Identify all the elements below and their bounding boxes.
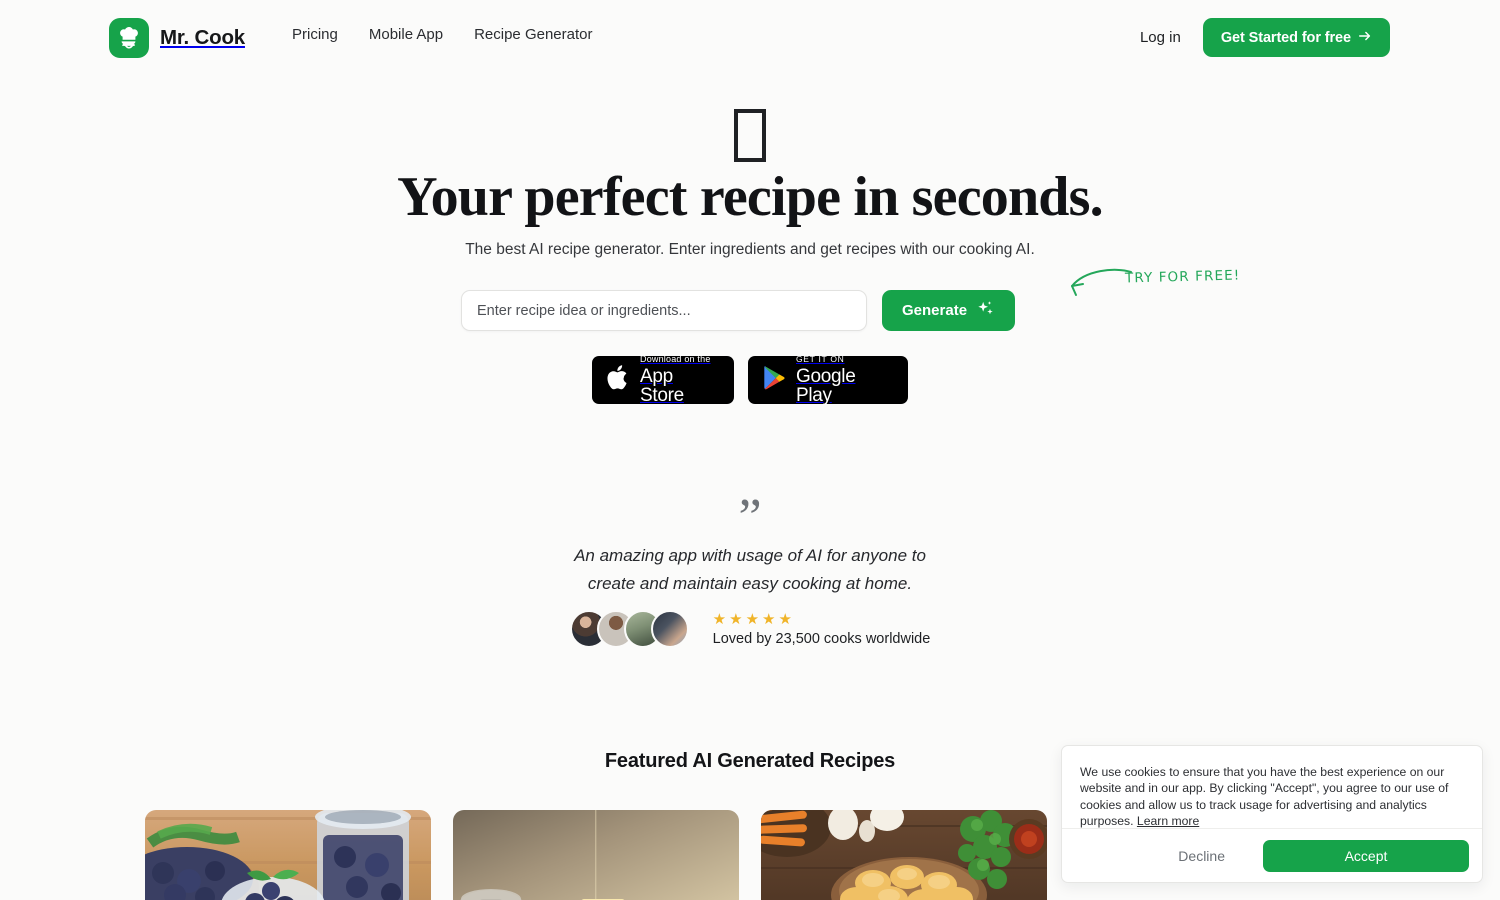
social-proof: ★ ★ ★ ★ ★ Loved by 23,500 cooks worldwid…	[0, 610, 1500, 648]
app-store-text: Download on the App Store	[640, 354, 720, 406]
brand-name: Mr. Cook	[160, 26, 245, 49]
google-play-icon	[762, 364, 787, 396]
recipe-image-blueberries	[145, 810, 431, 900]
star-rating: ★ ★ ★ ★ ★	[712, 610, 931, 628]
hero-emoji	[0, 100, 1500, 164]
nav-item-recipe-generator[interactable]: Recipe Generator	[474, 26, 592, 43]
star-icon: ★	[712, 610, 727, 628]
try-for-free-annotation: TRY FOR FREE!	[1063, 262, 1243, 307]
try-for-free-text: TRY FOR FREE!	[1124, 267, 1241, 287]
get-started-label: Get Started for free	[1220, 29, 1351, 46]
generate-button[interactable]: Generate	[882, 290, 1016, 331]
recipe-card-butter[interactable]	[453, 810, 739, 900]
cookie-actions: Decline Accept	[1062, 828, 1482, 882]
avatar	[650, 610, 689, 648]
header-actions: Log in Get Started for free	[1140, 18, 1390, 57]
recipe-image-butter	[453, 810, 739, 900]
recipe-card-blueberries[interactable]	[145, 810, 431, 900]
hero-subtitle: The best AI recipe generator. Enter ingr…	[465, 241, 1035, 258]
recipe-search-input[interactable]	[461, 290, 867, 331]
nav-item-pricing[interactable]: Pricing	[292, 26, 338, 43]
testimonial-line-2: create and maintain easy cooking at home…	[587, 574, 913, 593]
star-icon: ★	[778, 610, 792, 628]
generate-label: Generate	[902, 302, 968, 319]
testimonial-quote: An amazing app with usage of AI for anyo…	[0, 542, 1500, 598]
sparkle-icon	[976, 299, 995, 322]
recipe-image-potatoes	[761, 810, 1047, 900]
apple-icon	[606, 363, 631, 397]
google-play-badge[interactable]: GET IT ON Google Play	[748, 355, 908, 405]
app-store-badges: Download on the App Store GET IT ON Goog…	[0, 354, 1500, 406]
app-store-big-label: App Store	[640, 366, 684, 406]
cookie-consent-banner: We use cookies to ensure that you have t…	[1061, 745, 1483, 883]
missing-glyph-box-icon	[734, 109, 766, 163]
cookie-decline-button[interactable]: Decline	[1152, 840, 1251, 872]
recipe-card-list	[145, 810, 1047, 900]
recipe-search-row: Generate	[461, 290, 1016, 331]
login-link[interactable]: Log in	[1140, 29, 1181, 46]
cookie-text: We use cookies to ensure that you have t…	[1062, 746, 1482, 830]
quote-mark-icon: ”	[738, 489, 762, 546]
testimonial-line-1: An amazing app with usage of AI for anyo…	[574, 546, 926, 565]
nav-item-mobile-app[interactable]: Mobile App	[369, 26, 443, 43]
app-store-small-label: Download on the	[640, 354, 711, 364]
cookie-learn-more-link[interactable]: Learn more	[1137, 814, 1199, 828]
get-started-button[interactable]: Get Started for free	[1202, 18, 1390, 57]
google-play-text: GET IT ON Google Play	[796, 355, 894, 405]
google-play-small-label: GET IT ON	[796, 354, 845, 365]
google-play-big-label: Google Play	[796, 365, 856, 406]
cookie-message: We use cookies to ensure that you have t…	[1080, 765, 1449, 829]
main-nav: Pricing Mobile App Recipe Generator	[292, 26, 592, 43]
arrow-right-icon	[1358, 29, 1372, 47]
brand-logo[interactable]: Mr. Cook	[109, 18, 245, 58]
star-icon: ★	[762, 610, 776, 628]
site-header: Mr. Cook Pricing Mobile App Recipe Gener…	[0, 0, 1500, 72]
chef-hat-icon	[109, 18, 149, 58]
app-store-badge[interactable]: Download on the App Store	[592, 354, 734, 406]
star-icon: ★	[745, 610, 760, 628]
cookie-accept-button[interactable]: Accept	[1263, 839, 1469, 872]
page-title: Your perfect recipe in seconds.	[397, 166, 1104, 228]
avatar-group	[569, 610, 689, 648]
star-icon: ★	[729, 610, 743, 628]
recipe-card-potatoes[interactable]	[761, 810, 1047, 900]
loved-by-text: Loved by 23,500 cooks worldwide	[712, 630, 931, 647]
